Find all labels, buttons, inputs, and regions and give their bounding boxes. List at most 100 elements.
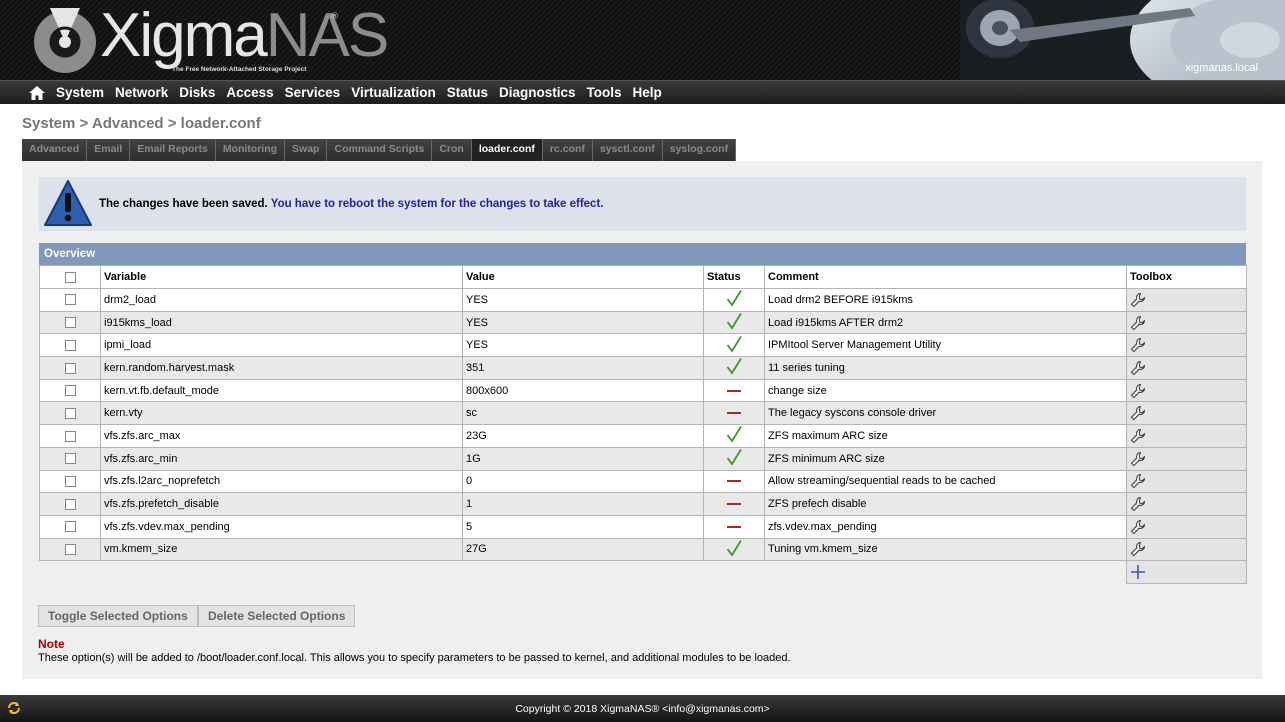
toggle-selected-options-button[interactable]: Toggle Selected Options	[38, 605, 198, 627]
wrench-icon[interactable]	[1130, 451, 1146, 467]
tab-syslog-conf[interactable]: syslog.conf	[662, 139, 737, 161]
comment-cell: 11 series tuning	[764, 356, 1127, 380]
overview-title: Overview	[39, 243, 1246, 265]
wrench-icon[interactable]	[1130, 473, 1146, 489]
enabled-check-icon	[726, 358, 742, 375]
tab-loader-conf[interactable]: loader.conf	[471, 139, 543, 161]
row-checkbox[interactable]	[64, 294, 76, 306]
value-cell: 5	[462, 514, 704, 539]
logo[interactable]: XigmaNAS ® The Free Network-Attached Sto…	[32, 2, 389, 78]
value-cell: YES	[462, 310, 704, 335]
select-all-checkbox[interactable]	[64, 271, 76, 283]
tab-email-reports[interactable]: Email Reports	[130, 139, 216, 161]
footer-copyright: Copyright © 2018 XigmaNAS® <info@xigmana…	[515, 703, 770, 715]
row-checkbox[interactable]	[64, 317, 76, 329]
row-checkbox[interactable]	[64, 339, 76, 351]
row-select-cell	[39, 401, 101, 426]
wrench-icon[interactable]	[1130, 428, 1146, 444]
row-checkbox[interactable]	[64, 453, 76, 465]
row-checkbox[interactable]	[64, 498, 76, 510]
logo-registered-mark: ®	[330, 12, 339, 22]
nav-item-diagnostics[interactable]: Diagnostics	[499, 83, 587, 102]
delete-selected-options-button[interactable]: Delete Selected Options	[198, 605, 356, 627]
wrench-icon[interactable]	[1130, 383, 1146, 399]
value-cell: 23G	[462, 424, 704, 448]
status-cell	[703, 469, 765, 494]
disabled-dash-icon	[727, 525, 741, 528]
breadcrumb: System > Advanced > loader.conf	[22, 115, 261, 132]
footer: Copyright © 2018 XigmaNAS® <info@xigmana…	[0, 695, 1285, 722]
toolbox-cell	[1126, 492, 1247, 516]
status-cell	[703, 537, 765, 562]
nav-item-network[interactable]: Network	[115, 83, 179, 102]
value-cell: sc	[462, 401, 704, 426]
comment-cell: ZFS maximum ARC size	[764, 424, 1127, 448]
row-checkbox[interactable]	[64, 475, 76, 487]
disabled-dash-icon	[727, 480, 741, 483]
nav-item-tools[interactable]: Tools	[587, 83, 633, 102]
tab-cron[interactable]: Cron	[432, 139, 472, 161]
toolbox-cell	[1126, 288, 1247, 312]
row-select-cell	[39, 492, 101, 516]
tab-email[interactable]: Email	[87, 139, 131, 161]
tab-sysctl-conf[interactable]: sysctl.conf	[592, 139, 663, 161]
row-checkbox[interactable]	[64, 362, 76, 374]
row-checkbox[interactable]	[64, 430, 76, 442]
tab-rc-conf[interactable]: rc.conf	[542, 139, 593, 161]
comment-cell: IPMItool Server Management Utility	[764, 333, 1127, 358]
disabled-dash-icon	[727, 389, 741, 392]
column-header-value[interactable]: Value	[462, 265, 704, 289]
nav-item-services[interactable]: Services	[285, 83, 352, 102]
wrench-icon[interactable]	[1130, 541, 1146, 557]
row-select-cell	[39, 378, 101, 403]
nav-item-system[interactable]: System	[56, 83, 115, 102]
table-row: vfs.zfs.l2arc_noprefetch 0 Allow streaming…	[39, 469, 1247, 494]
wrench-icon[interactable]	[1130, 360, 1146, 376]
wrench-icon[interactable]	[1130, 405, 1146, 421]
wrench-icon[interactable]	[1130, 519, 1146, 535]
table-row: ipmi_load YES IPMItool Server Management U…	[39, 333, 1247, 358]
row-checkbox[interactable]	[64, 385, 76, 397]
wrench-icon[interactable]	[1130, 496, 1146, 512]
home-icon[interactable]	[28, 85, 46, 101]
status-cell	[703, 446, 765, 471]
enabled-check-icon	[726, 290, 742, 307]
tab-command-scripts[interactable]: Command Scripts	[327, 139, 433, 161]
row-select-cell	[39, 424, 101, 448]
nav-item-disks[interactable]: Disks	[179, 83, 226, 102]
row-select-cell	[39, 446, 101, 471]
wrench-icon[interactable]	[1130, 315, 1146, 331]
wrench-icon[interactable]	[1130, 337, 1146, 353]
tab-monitoring[interactable]: Monitoring	[215, 139, 286, 161]
toolbox-cell	[1126, 514, 1247, 539]
wrench-icon[interactable]	[1130, 292, 1146, 308]
nav-item-status[interactable]: Status	[447, 83, 499, 102]
nav-item-virtualization[interactable]: Virtualization	[351, 83, 447, 102]
toolbox-cell	[1126, 401, 1247, 426]
row-select-cell	[39, 537, 101, 562]
value-cell: 1	[462, 492, 704, 516]
enabled-check-icon	[726, 313, 742, 330]
nav-item-help[interactable]: Help	[633, 83, 673, 102]
row-select-cell	[39, 333, 101, 358]
column-header-status[interactable]: Status	[703, 265, 765, 289]
row-checkbox[interactable]	[64, 407, 76, 419]
status-cell	[703, 514, 765, 539]
tab-swap[interactable]: Swap	[285, 139, 328, 161]
row-checkbox[interactable]	[64, 521, 76, 533]
note-title: Note	[38, 637, 65, 651]
nav-item-access[interactable]: Access	[226, 83, 284, 102]
comment-cell: zfs.vdev.max_pending	[764, 514, 1127, 539]
add-icon[interactable]	[1130, 564, 1146, 580]
row-checkbox[interactable]	[64, 544, 76, 555]
column-header-toolbox: Toolbox	[1126, 265, 1247, 289]
enabled-check-icon	[726, 449, 742, 466]
column-header-comment[interactable]: Comment	[764, 265, 1127, 289]
toolbox-cell	[1126, 469, 1247, 494]
message-saved: The changes have been saved.	[99, 198, 268, 210]
tab-advanced[interactable]: Advanced	[22, 139, 88, 161]
value-cell: YES	[462, 333, 704, 358]
column-header-variable[interactable]: Variable	[100, 265, 463, 289]
comment-cell: Load drm2 BEFORE i915kms	[764, 288, 1127, 312]
logo-tagline: The Free Network-Attached Storage Projec…	[172, 66, 307, 73]
